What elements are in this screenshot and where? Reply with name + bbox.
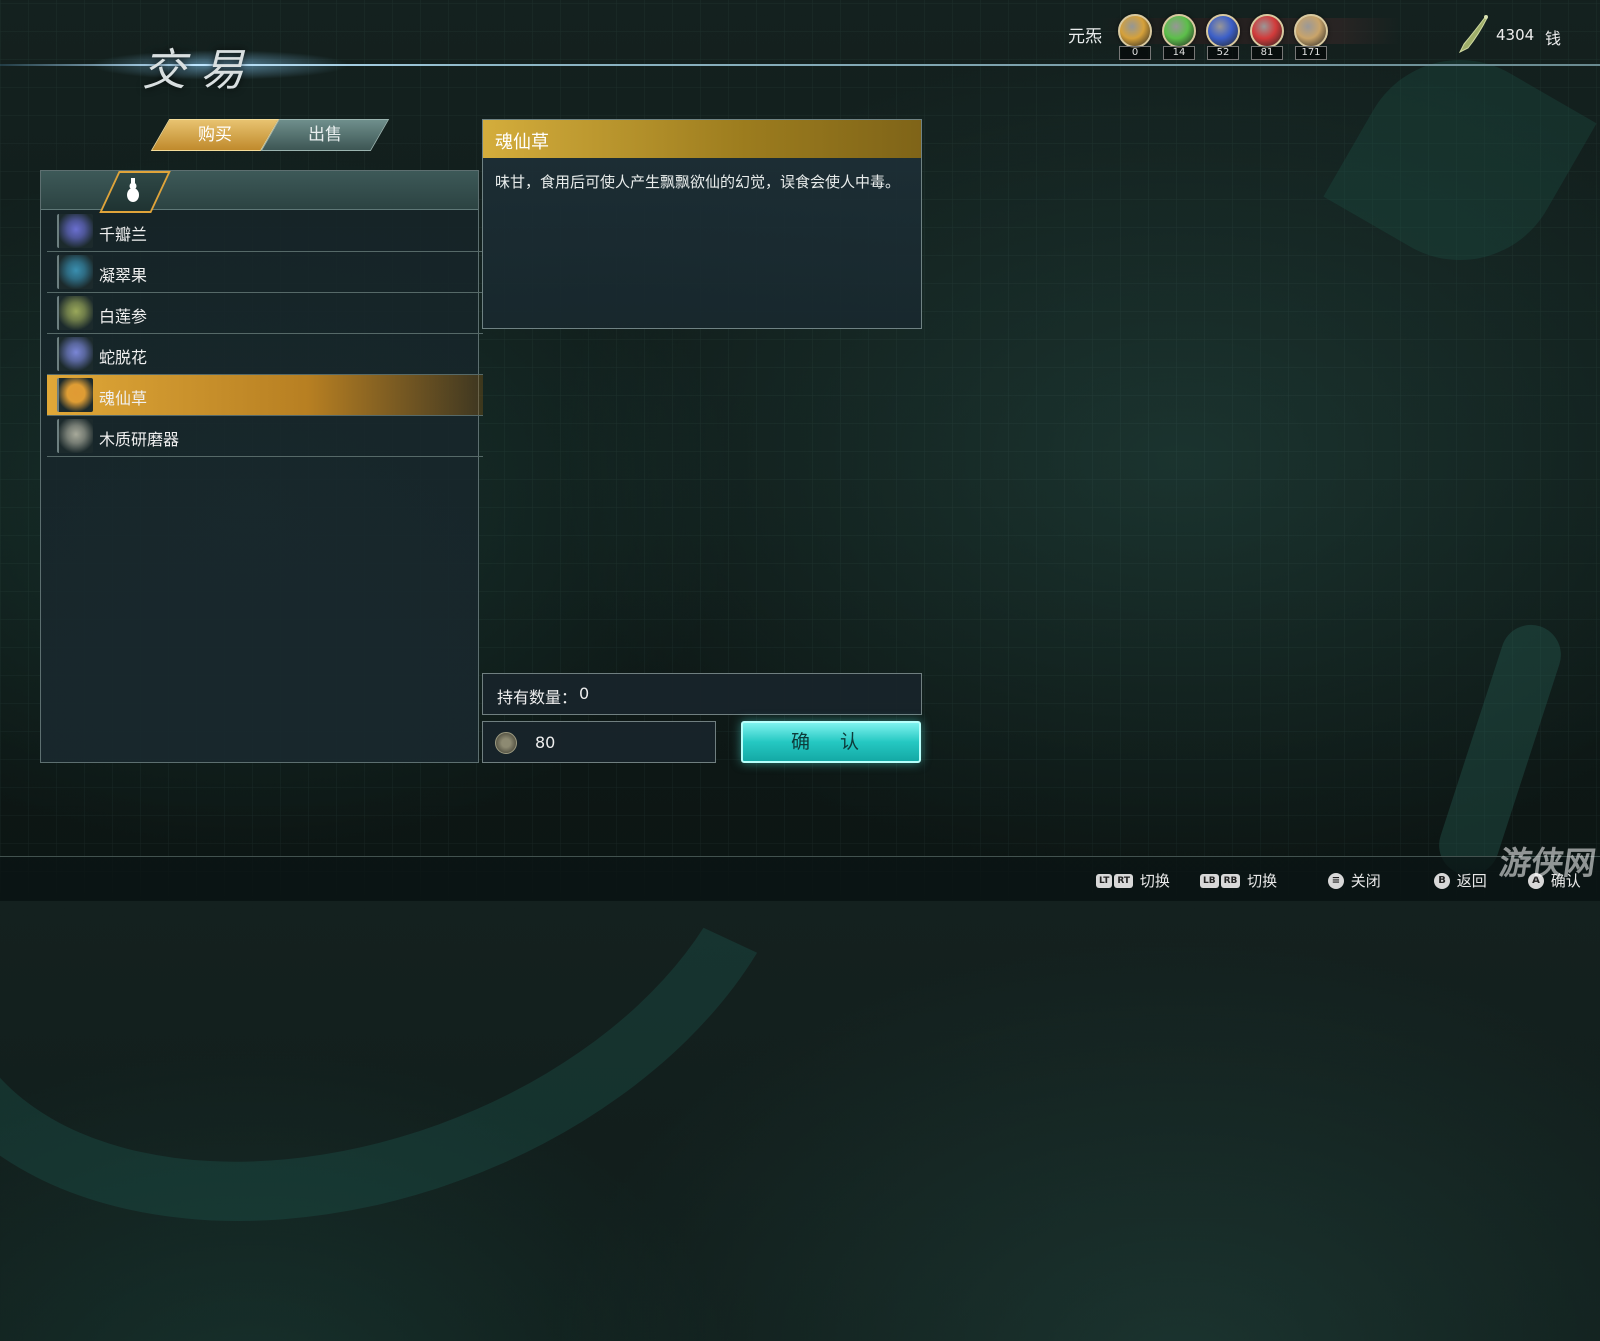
jade-fruit-icon — [57, 255, 93, 289]
price-value: 80 — [535, 733, 556, 752]
controller-button-icon: B — [1434, 872, 1450, 889]
mortar-icon — [57, 419, 93, 453]
flower-icon — [57, 337, 93, 371]
price-box: 80 — [482, 721, 716, 763]
element-value: 0 — [1119, 46, 1151, 60]
confirm-button[interactable]: 确 认 — [741, 721, 921, 763]
item-row[interactable]: 蛇脱花 — [47, 334, 483, 375]
hold-quantity-value: 0 — [579, 684, 590, 703]
hint-label: 返回 — [1452, 872, 1487, 890]
element-value: 52 — [1207, 46, 1239, 60]
hint-3[interactable]: B 返回 — [1434, 870, 1487, 891]
page-title: 交易 — [142, 45, 258, 96]
hint-2[interactable]: ≡ 关闭 — [1328, 870, 1381, 891]
earth-element-icon — [1118, 14, 1152, 48]
controller-button-icon: RB — [1220, 873, 1241, 888]
item-name: 木质研磨器 — [99, 430, 180, 449]
hold-quantity-box: 持有数量： 0 — [482, 673, 922, 715]
tab-sell-label: 出售 — [308, 125, 342, 145]
item-name: 魂仙草 — [99, 389, 148, 408]
item-row[interactable]: 凝翠果 — [47, 252, 483, 293]
metal-element-icon — [1294, 14, 1328, 48]
item-list: 千瓣兰凝翠果白莲参蛇脱花魂仙草木质研磨器 — [47, 211, 483, 457]
controller-button-icon: RT — [1114, 873, 1134, 888]
hint-label: 切换 — [1242, 872, 1278, 890]
orchid-icon — [57, 214, 93, 248]
controller-button-icon: ≡ — [1328, 872, 1344, 889]
lotus-root-icon — [57, 296, 93, 330]
hint-label: 切换 — [1135, 872, 1170, 890]
wood-element-icon — [1162, 14, 1196, 48]
herb-bundle-icon — [57, 378, 93, 412]
controller-button-icon: LT — [1096, 873, 1113, 888]
item-detail-panel: 魂仙草 味甘，食用后可使人产生飘飘欲仙的幻觉，误食会使人中毒。 — [482, 119, 922, 329]
item-row[interactable]: 千瓣兰 — [47, 211, 483, 252]
money-icon — [1458, 15, 1488, 54]
element-value: 171 — [1295, 46, 1327, 60]
item-list-panel: 千瓣兰凝翠果白莲参蛇脱花魂仙草木质研磨器 — [40, 170, 483, 763]
hint-1[interactable]: LB RB 切换 — [1200, 870, 1277, 891]
fire-element-icon — [1250, 14, 1284, 48]
confirm-button-label: 确 认 — [790, 731, 872, 753]
gourd-icon — [127, 178, 139, 202]
item-row[interactable]: 白莲参 — [47, 293, 483, 334]
money-unit: 钱 — [1545, 29, 1562, 48]
item-name: 千瓣兰 — [99, 225, 148, 244]
item-name: 蛇脱花 — [99, 348, 148, 367]
controller-button-icon: LB — [1200, 873, 1219, 888]
tab-buy-label: 购买 — [198, 125, 232, 145]
coin-icon — [495, 732, 517, 754]
detail-description: 味甘，食用后可使人产生飘飘欲仙的幻觉，误食会使人中毒。 — [495, 173, 901, 191]
money-value: 4304 — [1496, 26, 1535, 44]
item-name: 凝翠果 — [99, 266, 148, 285]
item-row[interactable]: 魂仙草 — [47, 375, 483, 416]
element-value: 81 — [1251, 46, 1283, 60]
hint-0[interactable]: LT RT 切换 — [1096, 870, 1170, 891]
water-element-icon — [1206, 14, 1240, 48]
tab-buy[interactable]: 购买 — [150, 119, 280, 151]
detail-title: 魂仙草 — [495, 132, 549, 153]
elements-label: 元炁 — [1068, 27, 1102, 47]
watermark-logo: 游侠网 — [1497, 844, 1599, 882]
hold-quantity-label: 持有数量： — [497, 688, 578, 707]
tab-sell[interactable]: 出售 — [260, 119, 390, 151]
hint-label: 关闭 — [1346, 872, 1381, 890]
item-row[interactable]: 木质研磨器 — [47, 416, 483, 457]
item-name: 白莲参 — [99, 307, 148, 326]
element-value: 14 — [1163, 46, 1195, 60]
